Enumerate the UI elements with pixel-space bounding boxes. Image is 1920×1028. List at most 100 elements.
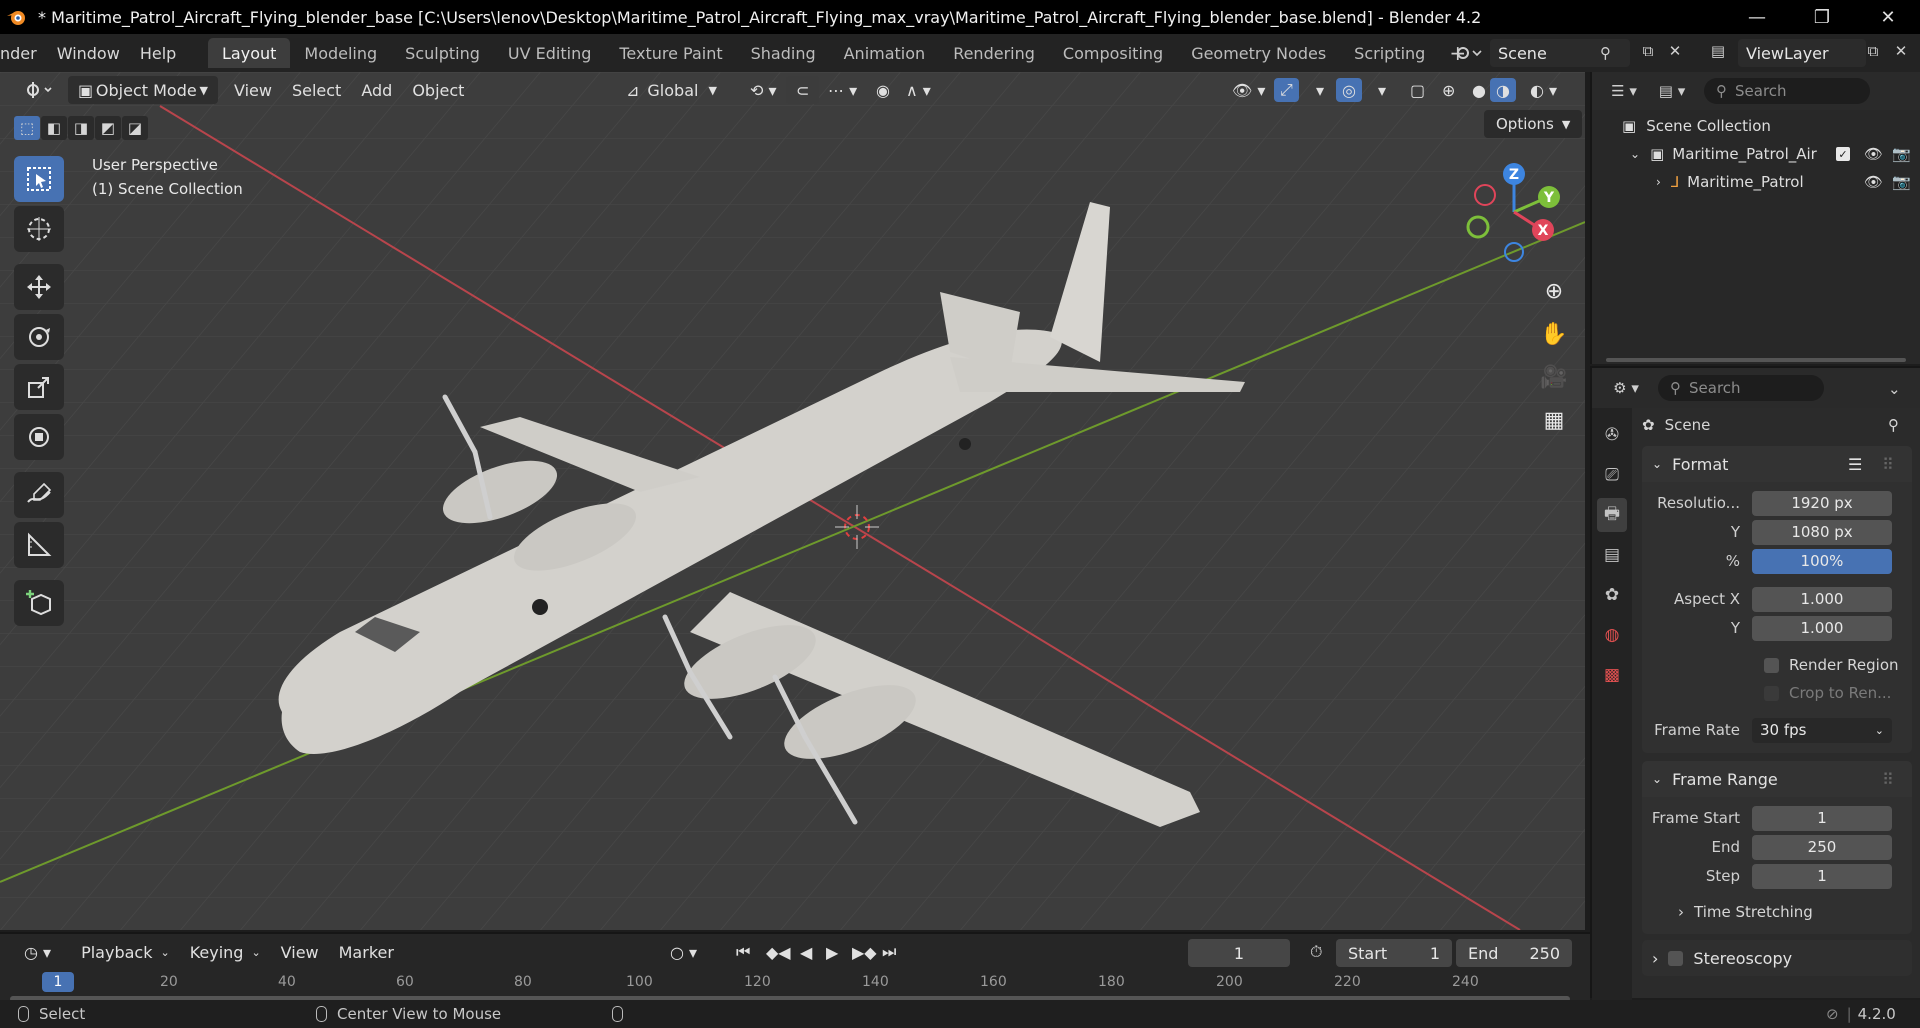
scene-tab-icon[interactable]: ✿ bbox=[1597, 578, 1627, 612]
current-frame-field[interactable]: 1 bbox=[1188, 939, 1290, 967]
frame-range-panel-header[interactable]: ⌄ Frame Range ⠿ bbox=[1642, 761, 1912, 797]
resolution-y-field[interactable]: 1080 px bbox=[1752, 519, 1892, 545]
marker-menu[interactable]: Marker bbox=[329, 938, 404, 966]
eye-icon[interactable]: 👁 bbox=[1864, 145, 1883, 163]
camera-icon[interactable]: 📷 bbox=[1892, 173, 1911, 191]
gizmo-dropdown-icon[interactable]: ▾ bbox=[1306, 76, 1334, 104]
select-intersect-icon[interactable]: ◪ bbox=[122, 116, 148, 140]
falloff-icon[interactable]: ∧ ▾ bbox=[896, 76, 941, 104]
select-invert-icon[interactable]: ◩ bbox=[95, 116, 121, 140]
chevron-down-icon[interactable]: ⌄ bbox=[1630, 147, 1640, 161]
aspect-x-field[interactable]: 1.000 bbox=[1752, 586, 1892, 612]
timeline-editor-type-icon[interactable]: ◷ ▾ bbox=[14, 938, 61, 966]
menu-render[interactable]: nder bbox=[0, 34, 47, 72]
visibility-icon[interactable]: 👁 ▾ bbox=[1222, 76, 1275, 104]
preview-range-icon[interactable]: ⏱ bbox=[1300, 938, 1332, 966]
menu-help[interactable]: Help bbox=[130, 34, 186, 72]
cursor-tool[interactable] bbox=[14, 206, 64, 252]
outliner-search-field[interactable]: ⚲ Search bbox=[1704, 78, 1870, 104]
display-mode-icon[interactable]: ▤ ▾ bbox=[1650, 82, 1694, 100]
transform-orientation-selector[interactable]: ⊿ Global ▼ bbox=[616, 76, 727, 104]
outliner-editor-type-icon[interactable]: ☰ ▾ bbox=[1604, 82, 1644, 100]
time-stretching-subpanel[interactable]: › Time Stretching bbox=[1642, 898, 1912, 926]
tab-uv-editing[interactable]: UV Editing bbox=[494, 38, 605, 68]
tab-modeling[interactable]: Modeling bbox=[290, 38, 391, 68]
tree-row-scene-collection[interactable]: ▣ Scene Collection bbox=[1592, 112, 1920, 140]
annotate-tool[interactable] bbox=[14, 472, 64, 518]
add-cube-tool[interactable] bbox=[14, 580, 64, 626]
texture-tab-icon[interactable]: ▩ bbox=[1597, 658, 1627, 692]
menu-object[interactable]: Object bbox=[402, 76, 474, 104]
crop-toggle[interactable]: Crop to Ren... bbox=[1642, 679, 1912, 707]
navigation-gizmo[interactable]: Z Y X bbox=[1450, 150, 1600, 280]
pivot-point-icon[interactable]: ⟲ ▾ bbox=[740, 76, 787, 104]
render-tab-icon[interactable]: ⎚ bbox=[1597, 458, 1627, 492]
tab-rendering[interactable]: Rendering bbox=[939, 38, 1049, 68]
3d-viewport[interactable]: User Perspective (1) Scene Collection bbox=[0, 72, 1585, 930]
playback-menu[interactable]: Playback ⌄ bbox=[71, 938, 180, 966]
minimize-button[interactable]: — bbox=[1727, 0, 1787, 34]
tab-shading[interactable]: Shading bbox=[737, 38, 830, 68]
rotate-tool[interactable] bbox=[14, 314, 64, 360]
scale-tool[interactable] bbox=[14, 364, 64, 410]
tab-compositing[interactable]: Compositing bbox=[1049, 38, 1177, 68]
proportional-edit-icon[interactable]: ◉ bbox=[866, 76, 900, 104]
select-extend-icon[interactable]: ◧ bbox=[41, 116, 67, 140]
wireframe-shading-icon[interactable]: ⊕ bbox=[1432, 76, 1465, 104]
viewlayer-browse-icon[interactable]: ▤ bbox=[1700, 42, 1736, 60]
format-panel-header[interactable]: ⌄ Format ☰ ⠿ bbox=[1642, 446, 1912, 482]
tree-row-collection[interactable]: ⌄ ▣ Maritime_Patrol_Air ✓ 👁 📷 bbox=[1592, 140, 1920, 168]
output-tab-icon[interactable]: 🖶 bbox=[1597, 498, 1627, 532]
restore-button[interactable]: ❐ bbox=[1792, 0, 1852, 34]
resolution-percent-slider[interactable]: 100% bbox=[1752, 548, 1892, 574]
pin-icon[interactable]: ⚲ bbox=[1888, 416, 1899, 434]
delete-viewlayer-icon[interactable]: ✕ bbox=[1890, 42, 1912, 60]
rendered-shading-icon[interactable]: ◐ ▾ bbox=[1520, 76, 1567, 104]
tree-row-object[interactable]: › ⅃ Maritime_Patrol 👁 📷 bbox=[1592, 168, 1920, 196]
timeline-view-menu[interactable]: View bbox=[271, 938, 329, 966]
select-box-tool[interactable] bbox=[14, 156, 64, 202]
frame-rate-dropdown[interactable]: 30 fps ⌄ bbox=[1752, 717, 1892, 743]
tool-tab-icon[interactable]: ✇ bbox=[1597, 418, 1627, 452]
properties-search-field[interactable]: ⚲ Search bbox=[1658, 375, 1824, 401]
overlays-dropdown-icon[interactable]: ▾ bbox=[1368, 76, 1396, 104]
delete-scene-icon[interactable]: ✕ bbox=[1664, 42, 1686, 60]
outliner-scrollbar[interactable] bbox=[1606, 358, 1906, 362]
select-new-icon[interactable]: ⬚ bbox=[14, 116, 40, 140]
exclude-checkbox-icon[interactable]: ✓ bbox=[1836, 147, 1850, 161]
tab-sculpting[interactable]: Sculpting bbox=[391, 38, 494, 68]
jump-end-icon[interactable]: ⏭ bbox=[872, 938, 906, 966]
menu-select[interactable]: Select bbox=[282, 76, 351, 104]
presets-list-icon[interactable]: ☰ bbox=[1848, 455, 1862, 474]
close-button[interactable]: ✕ bbox=[1858, 0, 1918, 34]
render-region-toggle[interactable]: Render Region bbox=[1642, 651, 1912, 679]
material-shading-icon[interactable]: ◑ bbox=[1490, 78, 1516, 102]
menu-add[interactable]: Add bbox=[351, 76, 402, 104]
start-frame-field[interactable]: Start 1 bbox=[1336, 939, 1452, 967]
stereoscopy-panel-header[interactable]: › Stereoscopy bbox=[1642, 940, 1912, 976]
drag-handle-icon[interactable]: ⠿ bbox=[1882, 770, 1894, 789]
transform-tool[interactable] bbox=[14, 414, 64, 460]
eye-icon[interactable]: 👁 bbox=[1864, 173, 1883, 191]
frame-end-field[interactable]: 250 bbox=[1752, 834, 1892, 860]
tab-texture-paint[interactable]: Texture Paint bbox=[605, 38, 736, 68]
viewlayer-selector[interactable]: ViewLayer bbox=[1738, 39, 1866, 67]
overlays-icon[interactable]: ◎ bbox=[1336, 78, 1362, 102]
drag-handle-icon[interactable]: ⠿ bbox=[1882, 455, 1894, 474]
menu-view[interactable]: View bbox=[224, 76, 282, 104]
select-subtract-icon[interactable]: ◨ bbox=[68, 116, 94, 140]
new-viewlayer-icon[interactable]: ⧉ bbox=[1860, 42, 1886, 60]
ortho-grid-icon[interactable]: ▦ bbox=[1535, 401, 1573, 439]
world-tab-icon[interactable]: ◍ bbox=[1597, 618, 1627, 652]
properties-editor-type-icon[interactable]: ⚙ ▾ bbox=[1606, 379, 1646, 397]
camera-view-icon[interactable]: 🎥 bbox=[1535, 358, 1573, 396]
resolution-x-field[interactable]: 1920 px bbox=[1752, 490, 1892, 516]
zoom-icon[interactable]: ⊕ bbox=[1535, 272, 1573, 310]
render-region-checkbox[interactable] bbox=[1764, 657, 1779, 673]
menu-window[interactable]: Window bbox=[47, 34, 130, 72]
tab-layout[interactable]: Layout bbox=[208, 38, 291, 68]
frame-start-field[interactable]: 1 bbox=[1752, 805, 1892, 831]
snap-target-icon[interactable]: ⋯ ▾ bbox=[818, 76, 867, 104]
gizmo-toggle-icon[interactable]: ⤢ bbox=[1274, 78, 1299, 102]
chevron-right-icon[interactable]: › bbox=[1656, 175, 1661, 189]
